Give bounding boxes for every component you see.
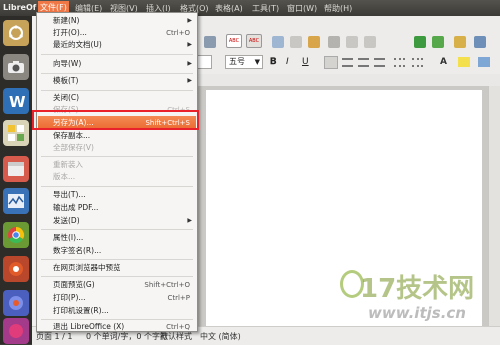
insert-image-icon[interactable] bbox=[432, 36, 444, 48]
menu-tools[interactable]: 工具(T) bbox=[252, 3, 279, 14]
libreoffice-writer-icon[interactable]: W bbox=[3, 88, 29, 114]
print-icon[interactable] bbox=[204, 36, 216, 48]
menu-item-versions[interactable]: 版本... bbox=[38, 171, 196, 183]
menu-separator bbox=[41, 54, 193, 55]
app-name: LibreOf bbox=[3, 3, 37, 12]
menu-item-export-pdf[interactable]: 输出成 PDF... bbox=[38, 202, 196, 214]
copy-icon[interactable] bbox=[290, 36, 302, 48]
numbering-icon[interactable] bbox=[394, 58, 405, 67]
app-icon-red[interactable] bbox=[3, 256, 29, 282]
spellcheck-icon[interactable]: ABC bbox=[226, 34, 242, 48]
align-center-icon[interactable] bbox=[342, 58, 353, 67]
menu-separator bbox=[41, 156, 193, 157]
camera-icon[interactable] bbox=[3, 54, 29, 80]
redo-icon[interactable] bbox=[364, 36, 376, 48]
undo-icon[interactable] bbox=[346, 36, 358, 48]
menu-help[interactable]: 帮助(H) bbox=[324, 3, 352, 14]
file-menu-dropdown: 新建(N) ▶ 打开(O)... Ctrl+O 最近的文档(U) ▶ 向导(W) ▶ 模… bbox=[36, 12, 198, 332]
menu-item-exit[interactable]: 退出 LibreOffice (X) Ctrl+Q bbox=[38, 321, 196, 333]
align-left-icon[interactable] bbox=[324, 56, 338, 69]
insert-table-icon[interactable] bbox=[414, 36, 426, 48]
launcher: W bbox=[0, 16, 33, 344]
menu-item-export[interactable]: 导出(T)... bbox=[38, 189, 196, 201]
background-color-icon[interactable] bbox=[478, 57, 490, 67]
status-language: 中文 (简体) bbox=[200, 332, 241, 341]
menu-separator bbox=[41, 186, 193, 187]
italic-icon[interactable]: I bbox=[286, 57, 296, 67]
menu-item-open[interactable]: 打开(O)... Ctrl+O bbox=[38, 27, 196, 39]
app-icon-blue[interactable] bbox=[3, 290, 29, 316]
submenu-arrow-icon: ▶ bbox=[187, 60, 192, 67]
menu-separator bbox=[41, 259, 193, 260]
justify-icon[interactable] bbox=[374, 58, 385, 67]
menu-item-new[interactable]: 新建(N) ▶ bbox=[38, 15, 196, 27]
menu-separator bbox=[41, 73, 193, 74]
clone-format-icon[interactable] bbox=[328, 36, 340, 48]
menu-item-save-copy[interactable]: 保存副本... bbox=[38, 130, 196, 142]
submenu-arrow-icon: ▶ bbox=[187, 217, 192, 224]
bold-icon[interactable]: 𝐁 bbox=[270, 57, 280, 67]
menu-separator bbox=[41, 90, 193, 91]
gallery-icon[interactable] bbox=[474, 36, 486, 48]
menu-item-preview-in-browser[interactable]: 在网页浏览器中预览 bbox=[38, 262, 196, 274]
app-icon-purple[interactable] bbox=[3, 318, 29, 344]
menu-item-close[interactable]: 关闭(C) bbox=[38, 92, 196, 104]
vertical-scrollbar[interactable] bbox=[488, 86, 500, 326]
ubuntu-dash-icon[interactable] bbox=[3, 20, 29, 46]
menu-item-properties[interactable]: 属性(I)... bbox=[38, 232, 196, 244]
watermark-url: www.itjs.cn bbox=[368, 304, 466, 322]
menu-table[interactable]: 表格(A) bbox=[215, 3, 243, 14]
submenu-arrow-icon: ▶ bbox=[187, 41, 192, 48]
menu-item-wizards[interactable]: 向导(W) ▶ bbox=[38, 58, 196, 70]
autospell-icon[interactable]: ABC bbox=[246, 34, 262, 48]
menu-separator bbox=[41, 229, 193, 230]
submenu-arrow-icon: ▶ bbox=[187, 77, 192, 84]
menu-item-recent-documents[interactable]: 最近的文档(U) ▶ bbox=[38, 39, 196, 51]
menu-item-reload[interactable]: 重新装入 bbox=[38, 159, 196, 171]
align-right-icon[interactable] bbox=[358, 58, 369, 67]
font-size-value: 五号 bbox=[229, 57, 245, 66]
standard-toolbar: ABC ABC bbox=[196, 16, 500, 53]
menu-item-save-all[interactable]: 全部保存(V) bbox=[38, 142, 196, 154]
highlight-annotation-box bbox=[32, 110, 199, 130]
highlight-icon[interactable] bbox=[458, 57, 470, 67]
font-name-box[interactable] bbox=[196, 55, 212, 69]
paste-icon[interactable] bbox=[308, 36, 320, 48]
menu-item-digital-signatures[interactable]: 数字签名(R)... bbox=[38, 245, 196, 257]
navigator-icon[interactable] bbox=[454, 36, 466, 48]
chevron-down-icon: ▼ bbox=[254, 58, 260, 66]
files-icon[interactable] bbox=[3, 120, 29, 146]
watermark-brand: 17技术网 bbox=[360, 274, 475, 304]
menu-separator bbox=[41, 276, 193, 277]
menu-item-print[interactable]: 打印(P)... Ctrl+P bbox=[38, 292, 196, 304]
cut-icon[interactable] bbox=[272, 36, 284, 48]
menu-item-send[interactable]: 发送(D) ▶ bbox=[38, 215, 196, 227]
menu-item-printer-settings[interactable]: 打印机设置(R)... bbox=[38, 305, 196, 317]
menu-item-templates[interactable]: 模板(T) ▶ bbox=[38, 75, 196, 87]
font-color-icon[interactable]: A bbox=[440, 57, 452, 67]
chrome-icon[interactable] bbox=[3, 222, 29, 248]
menu-item-page-preview[interactable]: 页面预览(G) Shift+Ctrl+O bbox=[38, 279, 196, 291]
menu-window[interactable]: 窗口(W) bbox=[287, 3, 317, 14]
archive-icon[interactable] bbox=[3, 156, 29, 182]
menu-separator bbox=[41, 319, 193, 320]
font-size-select[interactable]: 五号 ▼ bbox=[225, 55, 263, 69]
system-monitor-icon[interactable] bbox=[3, 188, 29, 214]
bullets-icon[interactable] bbox=[412, 58, 423, 67]
svg-text:W: W bbox=[9, 93, 25, 110]
underline-icon[interactable]: U bbox=[302, 57, 312, 67]
submenu-arrow-icon: ▶ bbox=[187, 17, 192, 24]
